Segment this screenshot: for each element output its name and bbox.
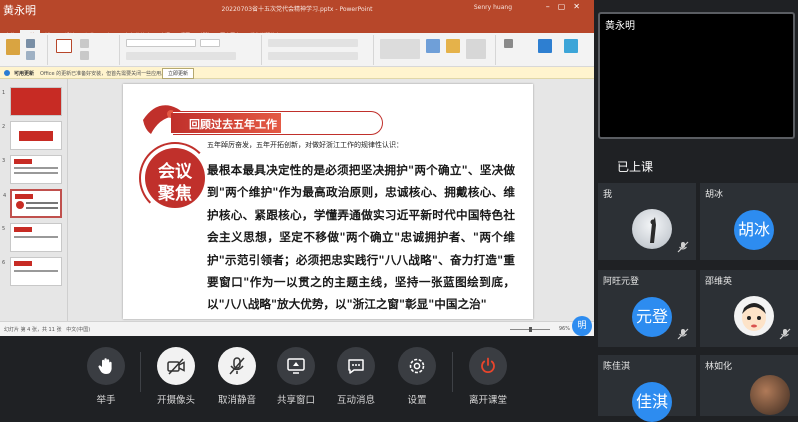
settings-button[interactable]: 设置 [387,347,447,411]
student-text-avatar: 胡冰 [734,210,774,250]
slide-thumbnail[interactable]: 1 [2,87,62,116]
ppt-ribbon [0,33,594,67]
shapes-gallery[interactable] [380,39,420,59]
student-photo-avatar [632,209,672,249]
thumbnail-content [19,131,53,141]
font-format-buttons[interactable] [126,52,236,60]
update-label: 可用更新 [14,71,35,77]
classroom-toolbar: 举手 开摄像头 取消静音 共享窗口 互动消息 设置 离开课堂 [0,338,596,416]
slide-thumbnail[interactable]: 3 [2,155,62,184]
slide-thumbnail-pane[interactable]: 1 2 3 4 5 6 [0,79,68,321]
new-slide-icon[interactable] [56,39,72,53]
shared-screen: 黄永明 20220703省十五次党代会精神学习.pptx - PowerPoin… [0,0,594,336]
slide-subtitle: 五年踔厉奋发，五年开拓创新，对做好浙江工作的规律性认识： [207,141,403,149]
quick-styles-icon[interactable] [446,39,460,53]
teacher-name: 黄永明 [605,21,635,32]
raise-hand-button[interactable]: 举手 [76,347,136,411]
window-controls[interactable]: –▢✕ [546,2,588,11]
align-buttons[interactable] [268,52,358,60]
baidu-save-icon[interactable] [538,39,552,53]
screen-share-icon [287,358,305,374]
chat-icon [348,359,364,374]
open-camera-button[interactable]: 开摄像头 [146,347,206,411]
copy-icon[interactable] [26,51,35,60]
unmute-button[interactable]: 取消静音 [207,347,267,411]
ribbon-group-clipboard [0,35,48,65]
share-window-button[interactable]: 共享窗口 [266,347,326,411]
student-text-avatar: 佳淇 [632,382,672,422]
student-tile-me[interactable]: 我 [598,183,696,260]
student-text-avatar: 元登 [632,297,672,337]
layout-icon[interactable] [80,39,89,48]
student-name: 阿旺元登 [603,277,640,287]
presenter-mini-avatar: 明 [572,316,592,336]
ppt-user-name: Senry huang [473,4,512,11]
ribbon-group-drawing [376,35,496,65]
update-now-button[interactable]: 立即更新 [162,68,195,79]
slide-thumbnail[interactable]: 6 [2,257,62,286]
slide-editor[interactable]: 回顾过去五年工作 五年踔厉奋发，五年开拓创新，对做好浙江工作的规律性认识： 会议… [68,79,594,321]
font-name-select[interactable] [126,39,196,47]
shape-fill-icon[interactable] [466,39,486,59]
slide-counter: 幻灯片 第 4 张，共 11 张 中文(中国) [4,327,91,333]
slide-title: 回顾过去五年工作 [189,118,277,131]
cut-icon[interactable] [26,39,35,48]
ppt-status-bar: 幻灯片 第 4 张，共 11 张 中文(中国) 96% [0,321,594,336]
student-tile[interactable]: 林如化 [700,355,798,416]
toolbar-divider [452,352,453,392]
update-text: Office 的更新已准备好安装，但首先需要关闭一些应用。 [40,71,167,77]
camera-off-icon [167,358,185,375]
ribbon-group-font [122,35,262,65]
reset-icon[interactable] [80,51,89,60]
student-name: 邵维英 [705,277,733,287]
student-tile[interactable]: 阿旺元登 元登 [598,270,696,347]
hand-icon [98,358,112,374]
class-status: 已上课 [617,160,654,174]
mic-muted-icon[interactable] [677,328,689,340]
ppt-workspace: 1 2 3 4 5 6 回顾过去五年工作 五年踔厉奋发，五年开拓创新，对做好浙江… [0,79,594,321]
meeting-focus-badge: 会议 聚焦 [139,142,211,214]
arrange-icon[interactable] [426,39,440,53]
find-icon[interactable] [504,39,513,48]
paste-icon[interactable] [6,39,20,55]
thumbnail-content [14,159,32,164]
teacher-video-panel[interactable]: 黄永明 [598,12,795,139]
student-name: 陈佳淇 [603,362,631,372]
mic-off-icon [229,357,245,375]
font-size-select[interactable] [200,39,220,47]
ribbon-group-slides [50,35,120,65]
toolbar-divider [140,352,141,392]
student-photo-avatar [750,375,790,415]
ribbon-group-paragraph [264,35,374,65]
slide-thumbnail[interactable]: 5 [2,223,62,252]
student-name: 林如化 [705,362,733,372]
current-slide[interactable]: 回顾过去五年工作 五年踔厉奋发，五年开拓创新，对做好浙江工作的规律性认识： 会议… [123,84,533,319]
list-buttons[interactable] [268,39,358,47]
leave-class-button[interactable]: 离开课堂 [458,347,518,411]
ribbon-group-editing [498,35,594,65]
student-tile[interactable]: 陈佳淇 佳淇 [598,355,696,422]
presenter-label: 黄永明 [3,4,36,17]
slide-body-text: 最根本最具决定性的是必须把坚决拥护"两个确立"、坚决做到"两个维护"作为最高政治… [207,163,515,312]
student-name: 胡冰 [705,190,724,200]
student-name: 我 [603,190,613,200]
gear-icon [409,358,425,374]
zoom-slider-knob[interactable] [529,327,532,332]
student-tile[interactable]: 邵维英 [700,270,798,347]
badge-line-2: 聚焦 [158,184,192,204]
zoom-level[interactable]: 96% [559,326,570,332]
slide-thumbnail-selected[interactable]: 4 [3,189,62,218]
mic-muted-icon[interactable] [677,241,689,253]
ppt-ribbon-tabs: 文件开始插入设计切换动画幻灯片放映审阅视图帮助百度网盘操作说明搜索 [0,22,594,41]
info-icon [4,70,10,76]
baidu-share-icon[interactable] [564,39,578,53]
slide-thumbnail[interactable]: 2 [2,121,62,150]
ppt-title-bar: 20220703省十五次党代会精神学习.pptx - PowerPoint Se… [0,0,594,22]
interact-messages-button[interactable]: 互动消息 [326,347,386,411]
power-icon [481,357,495,373]
update-message-bar: 可用更新 Office 的更新已准备好安装，但首先需要关闭一些应用。 立即更新 [0,67,594,79]
cartoon-avatar [734,296,774,336]
mic-muted-icon[interactable] [779,328,791,340]
student-tile[interactable]: 胡冰 胡冰 [700,183,798,260]
